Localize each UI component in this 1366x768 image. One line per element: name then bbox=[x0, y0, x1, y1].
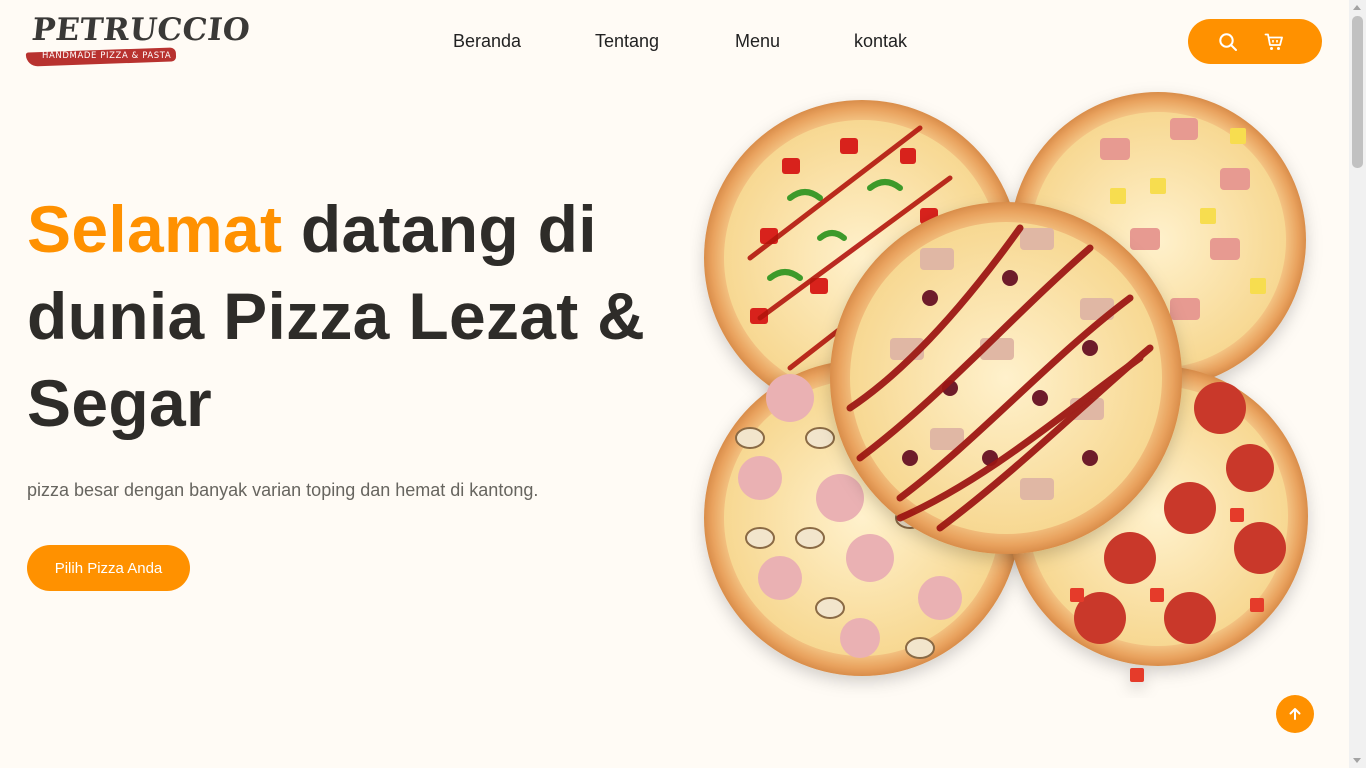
pizza-hero-image bbox=[704, 92, 1308, 682]
hero-title: Selamat datang di dunia Pizza Lezat & Se… bbox=[27, 186, 687, 447]
search-icon bbox=[1219, 33, 1237, 51]
logo-tagline: HANDMADE PIZZA & PASTA bbox=[42, 51, 172, 61]
choose-pizza-button[interactable]: Pilih Pizza Anda bbox=[27, 545, 190, 591]
hero-subtitle: pizza besar dengan banyak varian toping … bbox=[27, 480, 539, 500]
nav-item-menu[interactable]: Menu bbox=[735, 31, 780, 52]
scrollbar-thumb[interactable] bbox=[1352, 16, 1363, 168]
page-scrollbar[interactable] bbox=[1349, 0, 1366, 768]
bbq-pizza bbox=[830, 202, 1182, 554]
cart-icon bbox=[1264, 33, 1283, 50]
arrow-up-icon bbox=[1289, 708, 1301, 720]
search-button[interactable] bbox=[1215, 29, 1241, 55]
scroll-up-arrow-icon[interactable] bbox=[1353, 5, 1361, 10]
hero-title-accent: Selamat bbox=[27, 192, 283, 266]
scroll-down-arrow-icon[interactable] bbox=[1353, 758, 1361, 763]
scroll-to-top-button[interactable] bbox=[1276, 695, 1314, 733]
logo-wordmark: PETRUCCIO bbox=[30, 12, 253, 48]
cart-button[interactable] bbox=[1261, 29, 1287, 55]
header-actions bbox=[1188, 19, 1322, 64]
nav-item-beranda[interactable]: Beranda bbox=[453, 31, 521, 52]
brand-logo[interactable]: PETRUCCIO HANDMADE PIZZA & PASTA bbox=[25, 12, 252, 68]
nav-item-kontak[interactable]: kontak bbox=[854, 31, 907, 52]
nav-item-tentang[interactable]: Tentang bbox=[595, 31, 659, 52]
